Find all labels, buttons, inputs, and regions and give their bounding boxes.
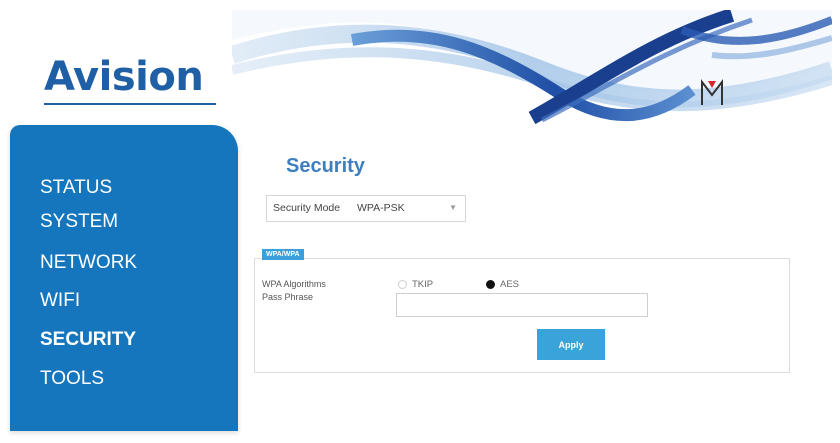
wpa-algorithms-label: WPA Algorithms: [262, 279, 326, 289]
page-title: Security: [286, 155, 365, 177]
panel-tag: WPA/WPA: [262, 249, 304, 260]
apply-button[interactable]: Apply: [537, 329, 605, 360]
security-mode-value: WPA-PSK: [357, 202, 405, 214]
avision-logo: Avision: [44, 54, 204, 100]
m-brand-icon: [701, 79, 723, 105]
sidebar-item-tools[interactable]: TOOLS: [40, 368, 104, 390]
logo-underline: [44, 103, 216, 105]
security-mode-row: Security Mode WPA-PSK ▼: [266, 195, 466, 222]
sidebar-item-wifi[interactable]: WIFI: [40, 290, 80, 312]
chevron-down-icon: ▼: [449, 203, 457, 212]
sidebar-nav: STATUS SYSTEM NETWORK WIFI SECURITY TOOL…: [10, 125, 238, 431]
tkip-radio[interactable]: [398, 280, 407, 289]
pass-phrase-input[interactable]: [396, 293, 648, 317]
security-mode-select[interactable]: WPA-PSK ▼: [353, 199, 461, 217]
pass-phrase-label: Pass Phrase: [262, 292, 314, 302]
header-wave-banner: [232, 10, 832, 125]
tkip-label: TKIP: [412, 279, 434, 290]
sidebar-item-status[interactable]: STATUS: [40, 177, 112, 199]
aes-radio[interactable]: [486, 280, 495, 289]
sidebar-item-network[interactable]: NETWORK: [40, 252, 137, 274]
sidebar-item-system[interactable]: SYSTEM: [40, 211, 118, 233]
aes-label: AES: [500, 279, 520, 290]
security-mode-label: Security Mode: [273, 202, 341, 214]
sidebar-item-security[interactable]: SECURITY: [40, 329, 136, 351]
